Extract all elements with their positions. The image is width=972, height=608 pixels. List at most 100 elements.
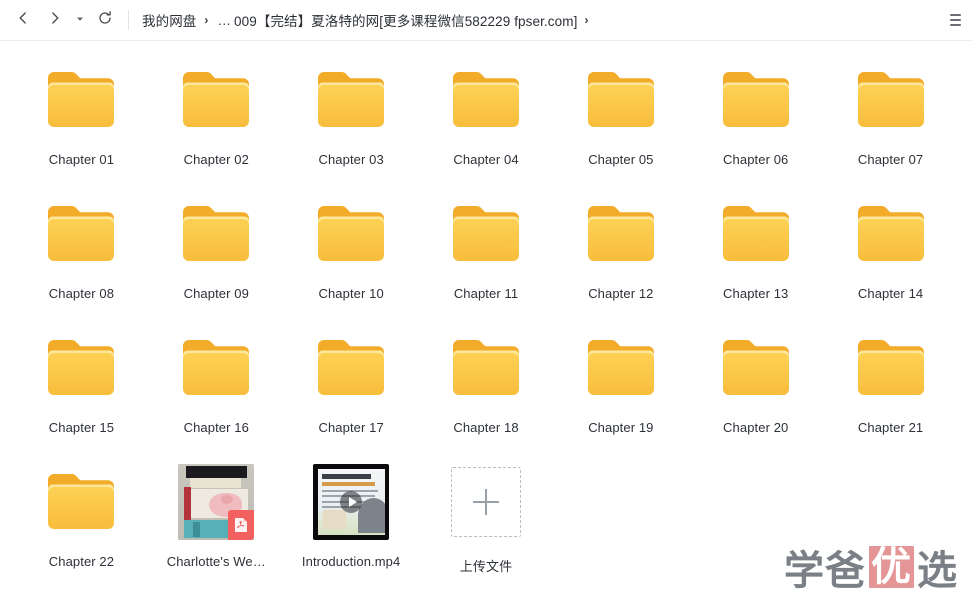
back-button[interactable] [8,6,38,34]
folder-icon [857,340,924,395]
file-thumbnail-wrapper [718,62,794,138]
breadcrumb-separator: › [204,13,209,27]
file-thumbnail-wrapper [178,196,254,272]
file-name-label: Chapter 06 [723,152,789,167]
folder-icon [452,72,519,127]
folder-item[interactable]: Chapter 01 [14,55,149,189]
folder-icon [183,206,250,261]
file-name-label: Chapter 15 [48,420,115,435]
file-thumbnail-wrapper [313,464,390,540]
upload-dropzone[interactable] [450,467,521,537]
file-name-label: Chapter 07 [857,152,924,167]
history-dropdown-button[interactable] [72,6,88,34]
toolbar-divider [128,10,129,30]
file-name-label: Chapter 21 [857,420,924,435]
folder-icon [722,340,789,395]
folder-item[interactable]: Chapter 08 [14,189,149,323]
folder-item[interactable]: Chapter 09 [149,189,284,323]
folder-item[interactable]: Chapter 15 [14,323,149,457]
folder-item[interactable]: Chapter 17 [284,323,419,457]
folder-icon [452,340,519,395]
folder-item[interactable]: Chapter 20 [688,323,823,457]
file-item[interactable]: Introduction.mp4 [284,457,419,591]
file-name-label: Chapter 12 [588,286,654,301]
folder-icon [722,206,789,261]
folder-item[interactable]: Chapter 02 [149,55,284,189]
file-thumbnail-wrapper [43,464,119,540]
forward-button[interactable] [40,6,70,34]
file-name-label: Chapter 11 [453,286,519,301]
breadcrumb: 我的网盘 › … 009【完结】夏洛特的网[更多课程微信582229 fpser… [141,9,589,31]
folder-item[interactable]: Chapter 06 [688,55,823,189]
file-thumbnail-wrapper [853,330,929,406]
folder-item[interactable]: Chapter 03 [284,55,419,189]
folder-item[interactable]: Chapter 19 [553,323,688,457]
file-name-label: Chapter 13 [723,286,789,301]
folder-item[interactable]: Chapter 14 [823,189,958,323]
folder-item[interactable]: Chapter 21 [823,323,958,457]
hamburger-menu-icon[interactable] [948,7,972,33]
file-name-label: Chapter 10 [318,286,384,301]
file-thumbnail-wrapper [43,330,119,406]
folder-icon [722,72,789,127]
breadcrumb-root[interactable]: 我的网盘 [141,9,197,31]
breadcrumb-current-folder: 009【完结】夏洛特的网[更多课程微信582229 fpser.com] [234,14,578,29]
file-thumbnail-wrapper [583,62,659,138]
caret-down-icon [75,11,85,29]
folder-icon [318,340,385,395]
file-thumbnail-wrapper [448,330,524,406]
folder-icon [587,72,654,127]
file-name-label: Chapter 05 [588,152,654,167]
folder-icon [48,206,115,261]
file-thumbnail-wrapper [853,62,929,138]
plus-icon [472,489,499,515]
file-grid: Chapter 01 Chapter 02 Chapter 03 Chapter… [14,55,958,591]
folder-item[interactable]: Chapter 18 [419,323,554,457]
navigation-controls [8,6,120,34]
file-thumbnail-wrapper [718,330,794,406]
file-thumbnail-wrapper [178,330,254,406]
file-name-label: Chapter 22 [48,554,115,569]
file-thumbnail-wrapper [583,196,659,272]
folder-icon [318,206,385,261]
toolbar-right-actions [948,7,972,33]
file-name-label: Introduction.mp4 [301,554,401,569]
file-thumbnail-wrapper [43,196,119,272]
file-name-label: Chapter 01 [48,152,115,167]
folder-item[interactable]: Chapter 04 [419,55,554,189]
folder-icon [318,72,385,127]
folder-item[interactable]: Chapter 16 [149,323,284,457]
folder-icon [587,340,654,395]
refresh-icon [97,10,113,31]
play-button-overlay-icon[interactable] [340,491,363,513]
folder-item[interactable]: Chapter 05 [553,55,688,189]
breadcrumb-trailing-separator: › [584,13,589,27]
folder-item[interactable]: Chapter 07 [823,55,958,189]
pdf-thumbnail [178,464,255,540]
folder-item[interactable]: Chapter 10 [284,189,419,323]
refresh-button[interactable] [90,6,120,34]
breadcrumb-overflow-button[interactable]: … [216,13,235,28]
file-list-area: Chapter 01 Chapter 02 Chapter 03 Chapter… [0,41,972,608]
file-name-label: Chapter 14 [857,286,924,301]
file-thumbnail-wrapper [313,330,389,406]
pdf-file-type-icon [228,510,255,540]
file-item[interactable]: Charlotte's We… [149,457,284,591]
file-thumbnail-wrapper [853,196,929,272]
folder-item[interactable]: Chapter 11 [419,189,554,323]
file-name-label: Chapter 19 [588,420,654,435]
folder-icon [452,206,519,261]
upload-file-tile[interactable]: 上传文件 [419,457,554,591]
folder-item[interactable]: Chapter 22 [14,457,149,591]
file-thumbnail-wrapper [178,464,255,540]
file-thumbnail-wrapper [448,62,524,138]
file-name-label: Chapter 08 [48,286,115,301]
folder-icon [48,340,115,395]
file-name-label: Chapter 17 [318,420,384,435]
file-name-label: Charlotte's We… [166,554,266,569]
folder-item[interactable]: Chapter 12 [553,189,688,323]
folder-item[interactable]: Chapter 13 [688,189,823,323]
file-name-label: Chapter 03 [318,152,384,167]
file-thumbnail-wrapper [583,330,659,406]
folder-icon [183,72,250,127]
